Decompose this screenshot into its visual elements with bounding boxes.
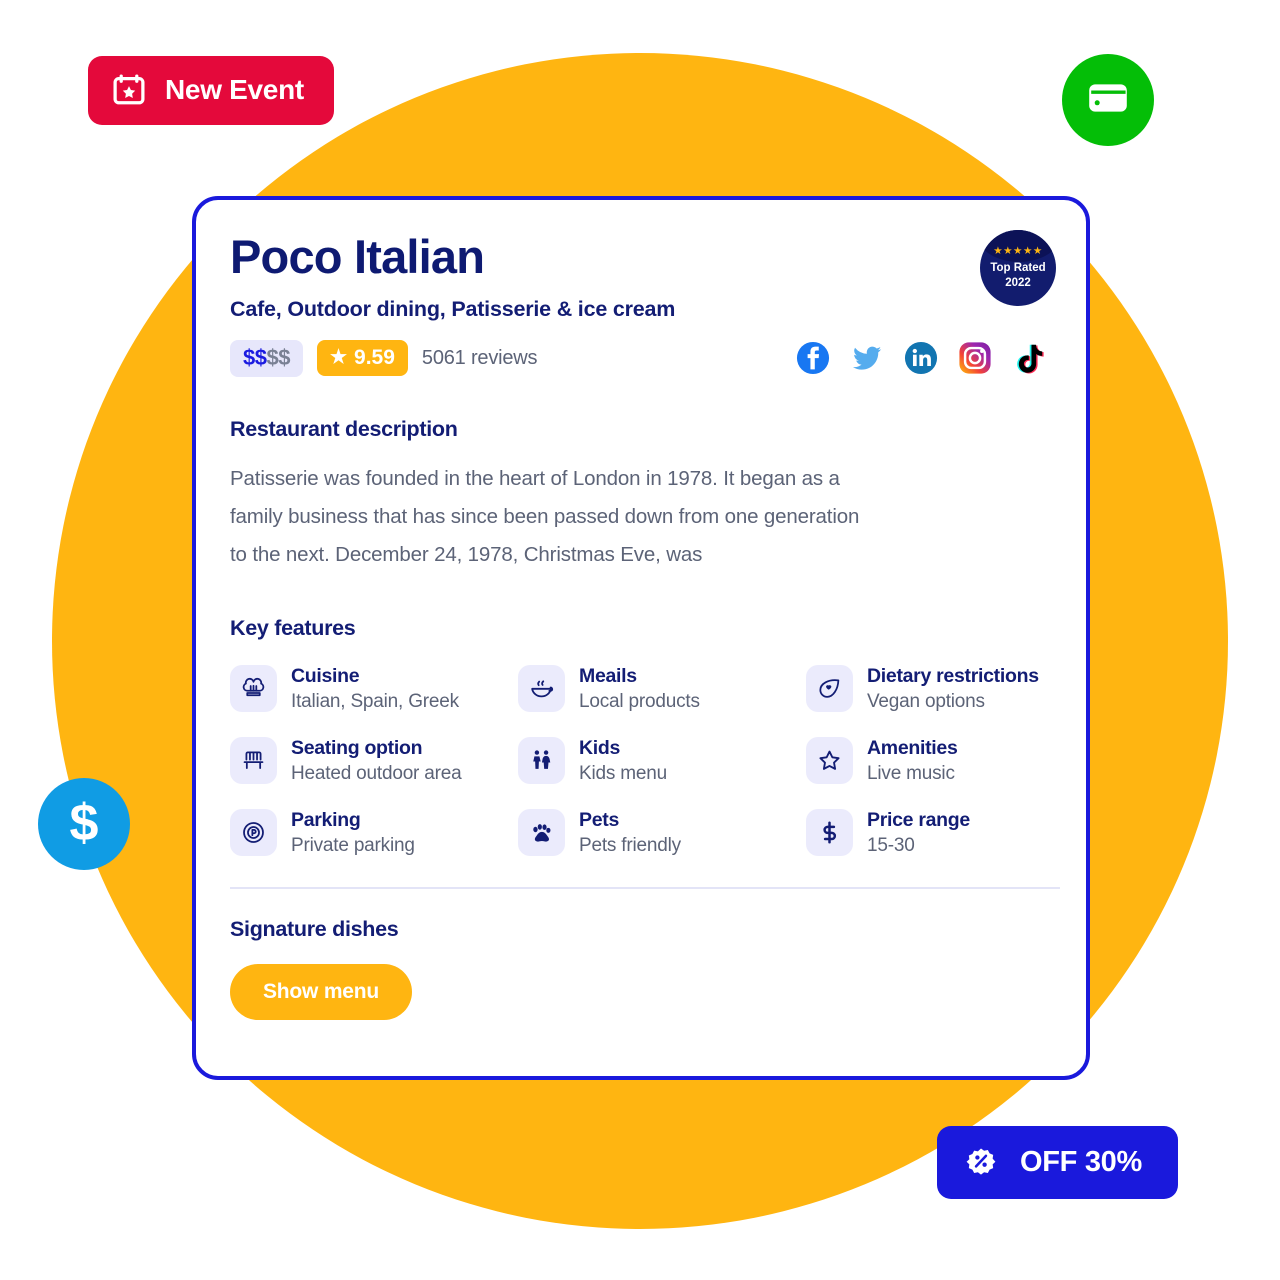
- dollar-sign-icon: [806, 808, 853, 856]
- feature-pets: Pets Pets friendly: [518, 807, 806, 859]
- chef-hat-icon: [230, 664, 277, 712]
- top-rated-badge: ★★★★★ Top Rated 2022: [980, 230, 1056, 306]
- show-menu-button[interactable]: Show menu: [230, 963, 413, 1020]
- key-features-grid: Cuisine Italian, Spain, Greek Meails Loc…: [230, 663, 1050, 859]
- kids-icon: [518, 736, 565, 784]
- feature-label: Pets: [579, 808, 619, 831]
- dollar-fab[interactable]: $: [38, 778, 130, 870]
- top-rated-title: Top Rated: [990, 262, 1046, 275]
- percent-badge-icon: [963, 1144, 999, 1180]
- price-level-empty: $$: [266, 344, 290, 370]
- price-level-filled: $$: [243, 344, 267, 370]
- feature-label: Amenities: [867, 736, 958, 759]
- social-links: [796, 341, 1046, 375]
- calendar-star-icon: [112, 73, 146, 107]
- tiktok-icon[interactable]: [1012, 341, 1046, 375]
- feature-label: Parking: [291, 808, 361, 831]
- top-rated-year: 2022: [1005, 276, 1031, 289]
- star-icon: ★: [329, 347, 348, 369]
- feature-price-range: Price range 15-30: [806, 807, 1050, 859]
- feature-parking: Parking Private parking: [230, 807, 518, 859]
- feature-value: Kids menu: [579, 762, 667, 784]
- feature-label: Meails: [579, 664, 637, 687]
- soup-bowl-icon: [518, 664, 565, 712]
- instagram-icon[interactable]: [958, 341, 992, 375]
- feature-value: Live music: [867, 762, 955, 784]
- paw-icon: [518, 808, 565, 856]
- feature-meails: Meails Local products: [518, 663, 806, 715]
- feature-label: Dietary restrictions: [867, 664, 1039, 687]
- feature-kids: Kids Kids menu: [518, 735, 806, 787]
- dollar-icon: $: [69, 793, 99, 852]
- star-outline-icon: [806, 736, 853, 784]
- feature-cuisine: Cuisine Italian, Spain, Greek: [230, 663, 518, 715]
- reviews-count: 5061 reviews: [421, 346, 538, 369]
- rating-row: $$$$ ★ 9.59 5061 reviews: [230, 339, 1050, 377]
- rating-score: 9.59: [354, 346, 395, 370]
- feature-dietary-restrictions: Dietary restrictions Vegan options: [806, 663, 1050, 715]
- feature-label: Kids: [579, 736, 621, 759]
- bench-icon: [230, 736, 277, 784]
- rating-score-badge: ★ 9.59: [316, 340, 408, 377]
- twitter-icon[interactable]: [850, 341, 884, 375]
- discount-chip[interactable]: OFF 30%: [937, 1126, 1178, 1199]
- feature-label: Cuisine: [291, 664, 360, 687]
- feature-seating-option: Seating option Heated outdoor area: [230, 735, 518, 787]
- feature-label: Seating option: [291, 736, 423, 759]
- feature-value: Italian, Spain, Greek: [291, 690, 459, 712]
- feature-value: Local products: [579, 690, 700, 712]
- feature-label: Price range: [867, 808, 970, 831]
- restaurant-card: ★★★★★ Top Rated 2022 Poco Italian Cafe, …: [192, 196, 1090, 1080]
- price-level-badge: $$$$: [230, 339, 303, 377]
- restaurant-subtitle: Cafe, Outdoor dining, Patisserie & ice c…: [230, 296, 676, 321]
- wallet-fab[interactable]: [1062, 54, 1154, 146]
- wallet-icon: [1084, 74, 1132, 127]
- feature-value: Pets friendly: [579, 835, 681, 857]
- page-title: Poco Italian: [230, 230, 485, 283]
- new-event-chip[interactable]: New Event: [88, 56, 334, 125]
- description-heading: Restaurant description: [230, 416, 458, 441]
- parking-icon: [230, 808, 277, 856]
- feature-value: Heated outdoor area: [291, 762, 462, 784]
- facebook-icon[interactable]: [796, 341, 830, 375]
- top-rated-stars: ★★★★★: [993, 244, 1043, 257]
- key-features-heading: Key features: [230, 615, 356, 640]
- feature-value: Vegan options: [867, 690, 985, 712]
- feature-amenities: Amenities Live music: [806, 735, 1050, 787]
- new-event-label: New Event: [165, 74, 304, 105]
- section-divider: [230, 886, 1060, 889]
- signature-dishes-heading: Signature dishes: [230, 916, 399, 941]
- description-body: Patisserie was founded in the heart of L…: [230, 466, 860, 566]
- leaf-heart-icon: [806, 664, 853, 712]
- feature-value: 15-30: [867, 835, 915, 857]
- page-root: New Event $ OFF 30% ★★★★★ Top Rated 2022…: [0, 0, 1280, 1280]
- feature-value: Private parking: [291, 835, 415, 857]
- discount-label: OFF 30%: [1020, 1145, 1142, 1178]
- linkedin-icon[interactable]: [904, 341, 938, 375]
